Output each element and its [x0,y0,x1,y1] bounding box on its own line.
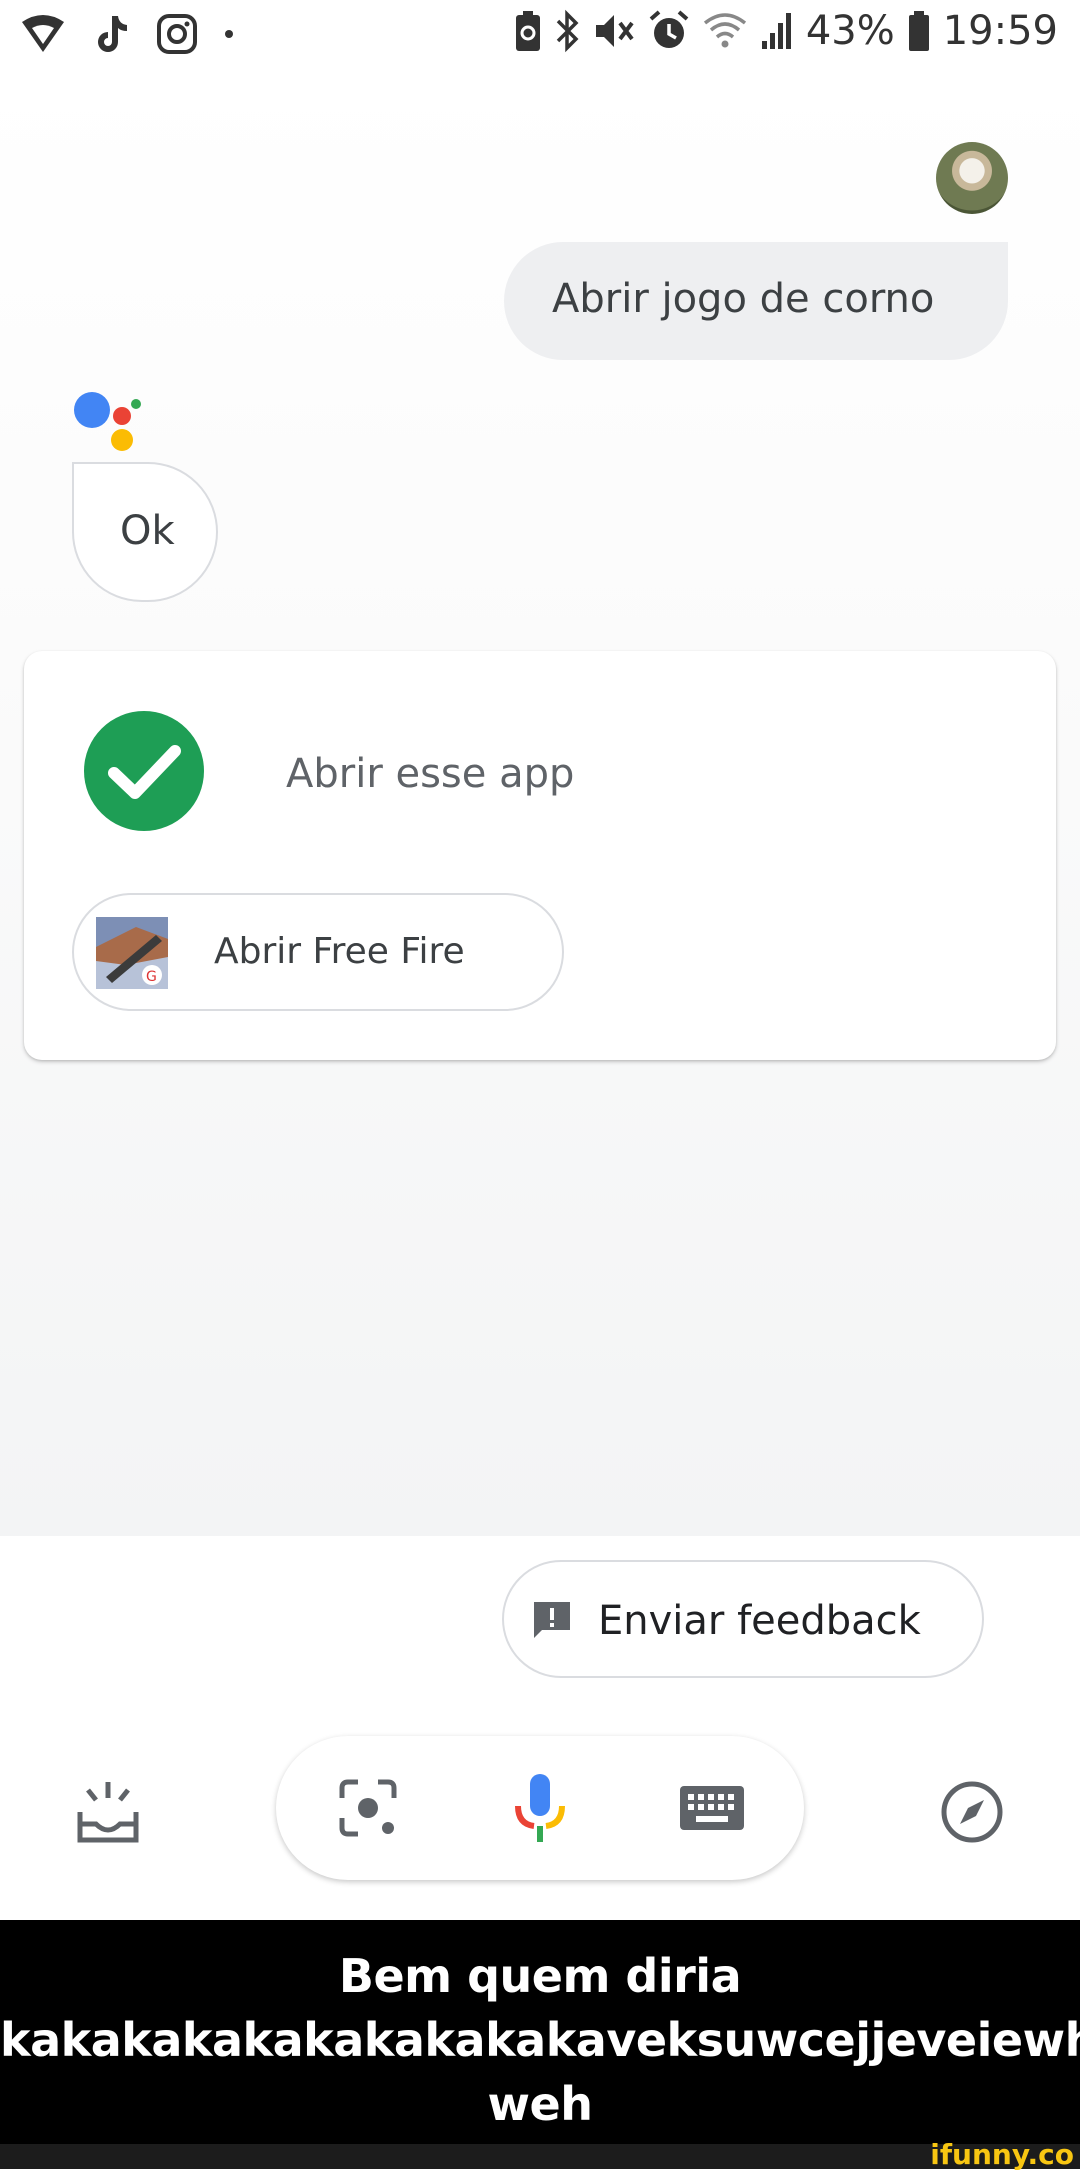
status-right-icons: 43% 19:59 [514,8,1058,54]
google-assistant-logo-icon [74,392,141,451]
watermark-bar: ifunny.co [0,2138,1080,2171]
clock: 19:59 [942,8,1058,54]
open-free-fire-chip[interactable]: G Abrir Free Fire [72,893,564,1011]
card-title: Abrir esse app [286,751,575,797]
caption-line-3: weh [487,2077,593,2131]
mic-icon[interactable] [504,1772,576,1844]
mute-icon [595,15,634,47]
battery-percent: 43% [805,8,895,54]
caption-line-1: Bem quem diria [338,1949,742,2003]
status-left-icons [18,12,234,56]
feedback-icon [534,1602,570,1638]
instagram-icon [157,14,197,54]
meme-caption: Bem quem diria kakakakakakakakakakaveksu… [0,1920,1080,2144]
caption-line-2: kakakakakakakakakakaveksuwcejjeveiewhj [0,2013,1080,2067]
free-fire-app-icon: G [96,917,168,989]
dot-icon [225,30,233,38]
updates-icon[interactable] [72,1776,144,1848]
keyboard-icon[interactable] [676,1772,748,1844]
tiktok-icon [98,16,127,52]
battery-icon [908,11,929,51]
wifi-shield-icon [22,15,64,52]
watermark: ifunny.co [930,2138,1074,2171]
battery-saver-icon [515,11,540,51]
open-app-card: Abrir esse app G Abrir Free Fire [24,651,1056,1060]
signal-icon [761,13,791,49]
wifi-icon [703,13,746,48]
assistant-reply-text: Ok [120,508,175,554]
lens-icon[interactable] [332,1772,404,1844]
send-feedback-chip[interactable]: Enviar feedback [502,1560,984,1678]
chip-label: Abrir Free Fire [214,931,465,972]
bluetooth-icon [556,9,579,53]
status-bar: 43% 19:59 [0,0,1080,72]
assistant-reply-bubble: Ok [72,462,218,602]
explore-icon[interactable] [936,1776,1008,1848]
alarm-icon [649,10,689,48]
check-circle-icon [84,711,204,831]
user-avatar [936,142,1008,214]
feedback-label: Enviar feedback [598,1598,921,1644]
input-dock [276,1736,804,1880]
user-message-text: Abrir jogo de corno [552,276,935,322]
user-message-bubble: Abrir jogo de corno [504,242,1008,360]
svg-text:G: G [146,969,157,985]
